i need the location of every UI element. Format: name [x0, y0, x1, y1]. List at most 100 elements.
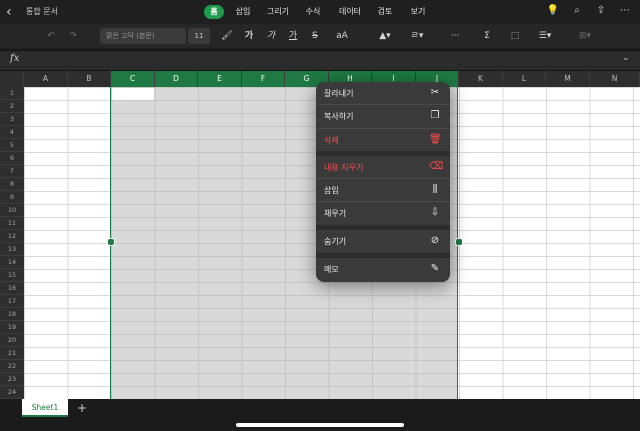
- document-title[interactable]: 통합 문서: [26, 6, 58, 17]
- row-header-13[interactable]: 13: [0, 243, 24, 256]
- filter-icon[interactable]: ☰▾: [534, 28, 556, 44]
- menu-item-cut[interactable]: 잘라내기 ✂: [316, 82, 450, 105]
- trash-icon: 🗑: [429, 134, 442, 145]
- menu-item-label: 숨기기: [324, 237, 347, 246]
- column-header-m[interactable]: M: [546, 71, 590, 87]
- select-all-corner[interactable]: [0, 71, 24, 87]
- context-menu: 잘라내기 ✂ 복사하기 ❐ 삭제 🗑 내용 지우기 ⌫ 삽입 ⫼ 채우기 ⇩ 숨…: [316, 82, 450, 282]
- menu-item-memo[interactable]: 메모 ✎: [316, 258, 450, 281]
- back-icon[interactable]: ‹: [6, 3, 22, 21]
- more-options-button[interactable]: ···: [444, 28, 466, 44]
- menu-item-fill[interactable]: 채우기 ⇩: [316, 202, 450, 225]
- column-header-d[interactable]: D: [155, 71, 198, 87]
- menu-item-insert[interactable]: 삽입 ⫼: [316, 179, 450, 202]
- row-header-8[interactable]: 8: [0, 178, 24, 191]
- row-header-17[interactable]: 17: [0, 295, 24, 308]
- font-name-select[interactable]: 맑은 고딕 (본문): [100, 28, 186, 44]
- formula-bar[interactable]: fx ⌄: [0, 50, 640, 71]
- search-icon[interactable]: ⌕: [570, 4, 584, 18]
- row-header-16[interactable]: 16: [0, 282, 24, 295]
- row-header-24[interactable]: 24: [0, 386, 24, 399]
- menu-item-delete[interactable]: 삭제 🗑: [316, 128, 450, 151]
- strikethrough-button[interactable]: S: [308, 28, 322, 44]
- ribbon-toolbar: ↶ ↷ 맑은 고딕 (본문) 11 🖌 가 가 가 S aA ▲▾ ㄹ▾ ···…: [0, 24, 640, 48]
- row-header: 1 2 3 4 5 6 7 8 9 10 11 12 13 14 15 16 1…: [0, 87, 24, 399]
- row-header-2[interactable]: 2: [0, 100, 24, 113]
- comment-icon[interactable]: ⬚: [508, 28, 522, 44]
- row-header-20[interactable]: 20: [0, 334, 24, 347]
- tab-formulas[interactable]: 수식: [301, 5, 325, 19]
- bold-button[interactable]: 가: [242, 28, 256, 44]
- column-header-n[interactable]: N: [590, 71, 640, 87]
- row-header-6[interactable]: 6: [0, 152, 24, 165]
- sheet-tab-sheet1[interactable]: Sheet1: [22, 399, 68, 417]
- eraser-icon: ⌫: [429, 161, 444, 172]
- tab-view[interactable]: 보기: [406, 5, 430, 19]
- row-header-14[interactable]: 14: [0, 256, 24, 269]
- column-header-a[interactable]: A: [24, 71, 68, 87]
- home-indicator: [236, 423, 404, 427]
- selection-handle-right[interactable]: [455, 238, 463, 246]
- font-color-icon[interactable]: ㄹ▾: [406, 28, 428, 44]
- row-header-22[interactable]: 22: [0, 360, 24, 373]
- active-cell[interactable]: [112, 88, 154, 100]
- tab-insert[interactable]: 삽입: [231, 5, 255, 19]
- menu-item-label: 삭제: [324, 136, 339, 145]
- menu-item-label: 채우기: [324, 209, 347, 218]
- row-header-19[interactable]: 19: [0, 321, 24, 334]
- row-header-3[interactable]: 3: [0, 113, 24, 126]
- add-sheet-button[interactable]: +: [74, 400, 90, 416]
- hide-eye-icon: ⊘: [430, 235, 440, 246]
- tab-data[interactable]: 데이터: [334, 5, 366, 19]
- menu-item-clear-contents[interactable]: 내용 지우기 ⌫: [316, 156, 450, 179]
- fx-label: fx: [10, 53, 20, 64]
- column-header-b[interactable]: B: [68, 71, 111, 87]
- row-header-23[interactable]: 23: [0, 373, 24, 386]
- row-header-10[interactable]: 10: [0, 204, 24, 217]
- more-icon[interactable]: ⋯: [618, 4, 632, 18]
- menu-item-hide[interactable]: 숨기기 ⊘: [316, 230, 450, 253]
- selection-handle-left[interactable]: [107, 238, 115, 246]
- underline-button[interactable]: 가: [286, 28, 300, 44]
- menu-item-copy[interactable]: 복사하기 ❐: [316, 105, 450, 128]
- copy-icon: ❐: [430, 110, 440, 121]
- row-header-15[interactable]: 15: [0, 269, 24, 282]
- tab-draw[interactable]: 그리기: [263, 5, 293, 19]
- tab-review[interactable]: 검토: [373, 5, 397, 19]
- tab-home[interactable]: 홈: [204, 5, 224, 19]
- row-header-11[interactable]: 11: [0, 217, 24, 230]
- lightbulb-icon[interactable]: 💡: [546, 4, 560, 18]
- column-header-c[interactable]: C: [111, 71, 155, 87]
- fill-down-icon: ⇩: [430, 207, 440, 218]
- column-header-e[interactable]: E: [198, 71, 242, 87]
- chevron-down-icon[interactable]: ⌄: [622, 53, 630, 63]
- scissors-icon: ✂: [430, 87, 440, 98]
- row-header-4[interactable]: 4: [0, 126, 24, 139]
- menu-item-label: 메모: [324, 265, 339, 274]
- redo-icon[interactable]: ↷: [66, 28, 80, 44]
- column-header-k[interactable]: K: [459, 71, 503, 87]
- row-header-12[interactable]: 12: [0, 230, 24, 243]
- autosum-button[interactable]: Σ: [476, 28, 498, 44]
- font-size-select[interactable]: 11: [188, 28, 210, 44]
- column-header-l[interactable]: L: [503, 71, 546, 87]
- row-header-1[interactable]: 1: [0, 87, 24, 100]
- menu-item-label: 내용 지우기: [324, 163, 364, 172]
- row-header-5[interactable]: 5: [0, 139, 24, 152]
- comment-icon: ✎: [430, 263, 440, 274]
- row-header-18[interactable]: 18: [0, 308, 24, 321]
- top-bar: ‹ 통합 문서 홈 삽입 그리기 수식 데이터 검토 보기 💡 ⌕ ⇪ ⋯: [0, 0, 640, 24]
- row-header-7[interactable]: 7: [0, 165, 24, 178]
- share-icon[interactable]: ⇪: [594, 4, 608, 18]
- menu-item-label: 복사하기: [324, 112, 354, 121]
- table-icon[interactable]: ⊞▾: [574, 28, 596, 44]
- insert-column-icon: ⫼: [432, 184, 438, 195]
- format-painter-icon[interactable]: 🖌: [220, 28, 234, 44]
- fill-color-icon[interactable]: ▲▾: [374, 28, 396, 44]
- undo-icon[interactable]: ↶: [44, 28, 58, 44]
- italic-button[interactable]: 가: [264, 28, 278, 44]
- font-size-control[interactable]: aA: [330, 28, 354, 44]
- row-header-21[interactable]: 21: [0, 347, 24, 360]
- column-header-f[interactable]: F: [242, 71, 285, 87]
- row-header-9[interactable]: 9: [0, 191, 24, 204]
